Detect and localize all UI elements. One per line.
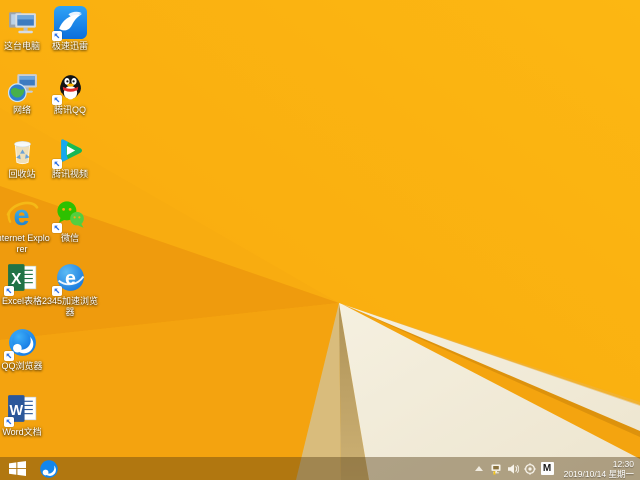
- desktop-icon-wechat[interactable]: 微信: [41, 198, 99, 244]
- svg-text:e: e: [65, 268, 76, 290]
- taskbar-clock[interactable]: 12:30 2019/10/14 星期一: [558, 459, 638, 479]
- windows-logo-icon: [8, 461, 26, 476]
- desktop-icon-tencent-qq[interactable]: 腾讯QQ: [41, 70, 99, 116]
- this-pc-icon: [6, 6, 39, 39]
- network-warning-icon: [491, 464, 501, 474]
- taskbar-qq-browser-button[interactable]: [34, 457, 64, 480]
- desktop-icon-label: 这台电脑: [3, 41, 40, 51]
- desktop: { "wallpaper": { "base_orange": "#FBB313…: [0, 0, 640, 480]
- desktop-icon-label: 极速迅雷: [51, 41, 88, 51]
- desktop-icon-label: 网络: [12, 105, 31, 115]
- desktop-icon-label: Excel表格: [1, 296, 42, 306]
- excel-icon: X: [3, 261, 39, 296]
- clock-time: 12:30: [612, 458, 634, 469]
- desktop-icon-2345-browser[interactable]: e 2345加速浏览器: [41, 261, 99, 318]
- desktop-icon-qq-browser[interactable]: QQ浏览器: [0, 326, 51, 372]
- shortcut-arrow-overlay: [51, 286, 62, 296]
- hidden-icons-chevron[interactable]: [473, 462, 486, 475]
- desktop-icon-word[interactable]: W Word文档: [0, 392, 51, 438]
- desktop-icon-label: 2345加速浏览器: [41, 296, 99, 317]
- word-icon: W: [3, 392, 39, 427]
- tencent-video-icon: [51, 134, 87, 169]
- desktop-icon-label: 腾讯QQ: [53, 105, 86, 115]
- desktop-icon-label: QQ浏览器: [1, 361, 43, 371]
- xunlei-icon: [51, 6, 87, 41]
- qq-penguin-icon: [51, 70, 87, 105]
- qq-browser-icon: [3, 326, 39, 361]
- wechat-icon: [51, 198, 87, 233]
- shortcut-arrow-overlay: [51, 95, 62, 105]
- network-icon: [6, 70, 39, 103]
- speaker-icon: [508, 463, 520, 474]
- safety-center-tray-icon[interactable]: [524, 462, 537, 475]
- shortcut-arrow-overlay: [51, 159, 62, 169]
- desktop-icon-label: 回收站: [8, 169, 36, 179]
- desktop-icon-label: Word文档: [2, 427, 42, 437]
- shortcut-arrow-overlay: [51, 223, 62, 233]
- target-circle-icon: [524, 462, 536, 475]
- shortcut-arrow-overlay: [3, 351, 14, 361]
- shortcut-arrow-overlay: [3, 417, 14, 427]
- desktop-icon-xunlei[interactable]: 极速迅雷: [41, 6, 99, 52]
- clock-date: 2019/10/14 星期一: [563, 468, 634, 479]
- shortcut-arrow-overlay: [51, 31, 62, 41]
- taskbar: M 12:30 2019/10/14 星期一: [0, 457, 640, 480]
- 2345-browser-icon: e: [51, 261, 87, 296]
- desktop-icon-label: 腾讯视频: [51, 169, 88, 179]
- start-button[interactable]: [0, 457, 34, 480]
- recycle-bin-icon: [6, 134, 39, 167]
- network-tray-icon[interactable]: [490, 462, 503, 475]
- ime-indicator[interactable]: M: [540, 462, 554, 475]
- desktop-icon-tencent-video[interactable]: 腾讯视频: [41, 134, 99, 180]
- system-tray: M 12:30 2019/10/14 星期一: [473, 457, 638, 480]
- chevron-up-icon: [475, 466, 484, 471]
- volume-tray-icon[interactable]: [507, 462, 520, 475]
- desktop-icon-label: 微信: [60, 233, 79, 243]
- internet-explorer-icon: e: [6, 198, 39, 231]
- shortcut-arrow-overlay: [3, 286, 14, 296]
- qq-browser-icon: [40, 459, 58, 478]
